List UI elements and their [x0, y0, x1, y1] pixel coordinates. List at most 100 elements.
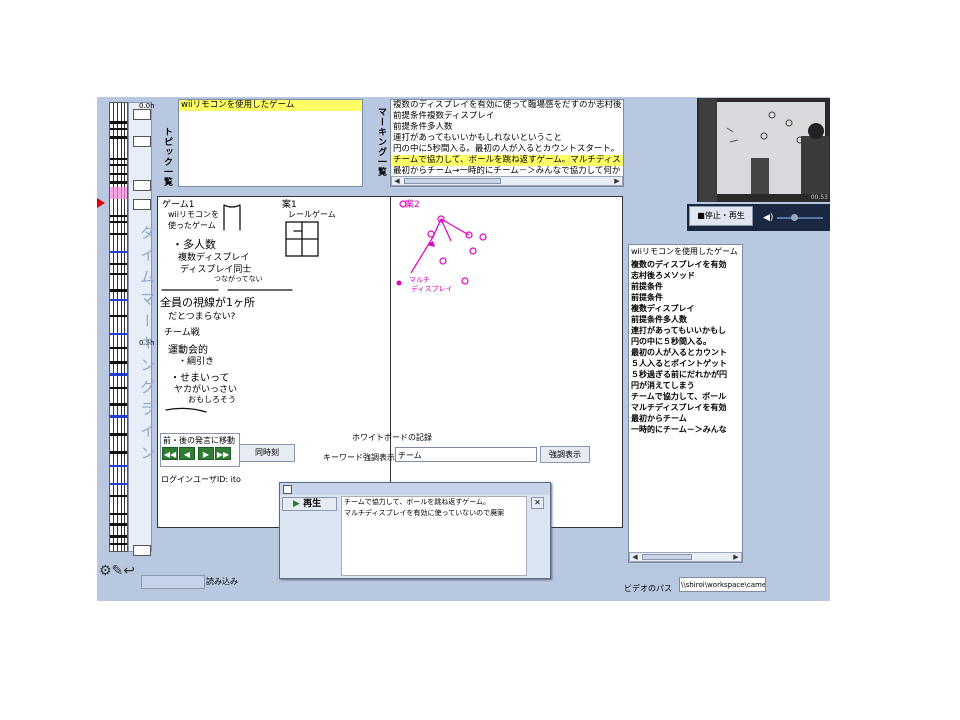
- wb-text-10: チーム戦: [164, 328, 200, 338]
- wb-text-17: レールゲーム: [288, 210, 336, 219]
- timeline-track[interactable]: [109, 102, 128, 552]
- next-icon[interactable]: ▶: [198, 447, 214, 460]
- marking-item[interactable]: 前提条件複数ディスプレイ: [391, 111, 623, 122]
- keyword-input[interactable]: チーム: [395, 447, 537, 462]
- marking-item[interactable]: 連打があってもいいかもしれないということ: [391, 133, 623, 144]
- forward-fast-icon[interactable]: ▶▶: [215, 447, 231, 460]
- volume-slider[interactable]: [777, 214, 823, 221]
- popup-checkbox[interactable]: [283, 485, 292, 494]
- wb-text-8: 全員の視線が1ヶ所: [160, 296, 255, 309]
- note-item[interactable]: ５秒過ぎる前にだれかが円: [629, 369, 742, 380]
- topic-item[interactable]: wiiリモコンを使用したゲーム: [179, 100, 362, 111]
- timeline-current-marker[interactable]: [97, 198, 105, 208]
- timeline-handle-2[interactable]: [133, 136, 151, 147]
- timeline-tick: [110, 347, 127, 349]
- timeline-tick: [110, 136, 127, 139]
- wb-text-15: おもしろそう: [188, 395, 236, 404]
- scroll-right-icon[interactable]: ▶: [731, 553, 741, 561]
- timeline-tick: [110, 173, 127, 175]
- volume-icon[interactable]: ◀): [763, 213, 773, 223]
- scroll-thumb[interactable]: [642, 554, 692, 560]
- rewind-fast-icon[interactable]: ◀◀: [162, 447, 178, 460]
- marking-item[interactable]: 前提条件多人数: [391, 122, 623, 133]
- note-item[interactable]: 複数ディスプレイ: [629, 303, 742, 314]
- timeline-tick: [110, 523, 127, 526]
- scroll-thumb[interactable]: [404, 178, 501, 184]
- popup-text-area: チームで協力して、ボールを跳ね返すゲーム。 マルチディスプレイを有効に使っていな…: [341, 496, 527, 576]
- stop-play-button[interactable]: ■停止・再生: [689, 206, 753, 226]
- marking-item[interactable]: 複数のディスプレイを有効に使って臨場感をだすのか志村後: [391, 100, 623, 111]
- note-item[interactable]: 複数のディスプレイを有効: [629, 259, 742, 270]
- wb-right-text-3: ディスプレイ: [411, 285, 453, 293]
- note-item[interactable]: チームで協力して、ボール: [629, 391, 742, 402]
- note-item[interactable]: 志村後ろメソッド: [629, 270, 742, 281]
- timeline-handle-1[interactable]: [133, 109, 151, 120]
- timeline-tick: [110, 543, 127, 545]
- nav-label: 前・後の発言に移動: [163, 436, 235, 445]
- timeline-tick: [110, 215, 127, 217]
- note-item[interactable]: 連打があってもいいかもし: [629, 325, 742, 336]
- highlight-button[interactable]: 強調表示: [540, 446, 590, 463]
- login-label: ログインユーザID: ito: [161, 475, 241, 484]
- application-window: 0.0h 0.5h タイムマーキングライン ⚙✎↩ トピック一覧 wiiリモコン…: [97, 97, 830, 601]
- note-item[interactable]: 円の中に５秒間入る。: [629, 336, 742, 347]
- scroll-right-icon[interactable]: ▶: [612, 177, 622, 185]
- timeline-pink-band: [110, 187, 127, 199]
- timeline-tick: [110, 121, 127, 124]
- note-item[interactable]: 円が消えてしまう: [629, 380, 742, 391]
- timeline-handle-4[interactable]: [133, 199, 151, 210]
- note-item[interactable]: マルチディスプレイを有効: [629, 402, 742, 413]
- load-input[interactable]: [141, 575, 205, 589]
- prev-icon[interactable]: ◀: [179, 447, 195, 460]
- timeline-tick: [110, 415, 127, 418]
- timeline-tick: [110, 164, 127, 166]
- note-item[interactable]: 前提条件多人数: [629, 314, 742, 325]
- topics-panel-title: トピック一覧: [162, 127, 172, 187]
- markings-panel-title: マーキング一覧: [376, 107, 386, 177]
- timeline-handle-5[interactable]: [133, 545, 151, 556]
- timeline-tick: [110, 315, 127, 317]
- popup-close-button[interactable]: ✕: [531, 497, 544, 509]
- wb-right-text-1: 案2: [405, 200, 420, 210]
- wb-text-7: つながってない: [214, 275, 263, 283]
- popup-play-label: 再生: [303, 499, 322, 509]
- note-item[interactable]: 前提条件: [629, 292, 742, 303]
- tool-icons[interactable]: ⚙✎↩: [99, 563, 135, 579]
- timeline-tick: [110, 128, 127, 130]
- video-image: [697, 98, 830, 202]
- timeline-tick: [110, 158, 127, 160]
- timeline-tick: [110, 299, 127, 301]
- video-frame[interactable]: 00:53: [697, 98, 830, 202]
- notes-lines: 複数のディスプレイを有効 志村後ろメソッド 前提条件 前提条件 複数ディスプレイ 前提条件…: [629, 259, 742, 435]
- timeline-title-watermark: タイムマーキングライン: [138, 225, 156, 467]
- marking-lines: 複数のディスプレイを有効に使って臨場感をだすのか志村後 前提条件複数ディスプレイ前…: [391, 100, 623, 177]
- timeline-tick: [110, 233, 127, 235]
- popup-line: マルチディスプレイを有効に使っていないので廃案: [344, 509, 505, 517]
- note-item[interactable]: 前提条件: [629, 281, 742, 292]
- timeline-tick: [110, 221, 127, 223]
- notes-list[interactable]: wiiリモコンを使用したゲーム 複数のディスプレイを有効 志村後ろメソッド 前提条件…: [628, 244, 743, 563]
- note-item[interactable]: 一時的にチーム－＞みんな: [629, 424, 742, 435]
- note-item[interactable]: 最初の人が入るとカウント: [629, 347, 742, 358]
- marking-item[interactable]: チームで協力して、ボールを跳ね返すゲーム。マルチディス: [391, 155, 623, 166]
- timeline-tick: [110, 181, 127, 184]
- scroll-left-icon[interactable]: ◀: [630, 553, 640, 561]
- note-item[interactable]: 最初からチーム: [629, 413, 742, 424]
- timeline-handle-3[interactable]: [133, 180, 151, 191]
- scroll-left-icon[interactable]: ◀: [392, 177, 402, 185]
- marking-item[interactable]: 円の中に5秒間入る。最初の人が入るとカウントスタート。: [391, 144, 623, 155]
- notes-list-title: wiiリモコンを使用したゲーム: [631, 247, 738, 256]
- whiteboard-right[interactable]: 案2 マルチ ディスプレイ: [390, 196, 623, 528]
- timeline-tick: [110, 373, 127, 376]
- same-time-button[interactable]: 同時刻: [239, 444, 295, 462]
- video-path-input[interactable]: \\shiroi\workspace\camera: [679, 577, 766, 592]
- note-item[interactable]: ５人入るとポイントゲット: [629, 358, 742, 369]
- markings-hscroll[interactable]: ◀ ▶: [391, 176, 623, 186]
- timeline-tick: [110, 465, 127, 467]
- notes-hscroll[interactable]: ◀ ▶: [629, 552, 742, 562]
- markings-list[interactable]: 複数のディスプレイを有効に使って臨場感をだすのか志村後 前提条件複数ディスプレイ前…: [390, 99, 624, 187]
- timeline-tick: [110, 333, 127, 335]
- timeline-tick: [110, 251, 127, 253]
- topics-list[interactable]: wiiリモコンを使用したゲーム: [178, 99, 363, 187]
- popup-play-button[interactable]: ▶ 再生: [282, 497, 337, 511]
